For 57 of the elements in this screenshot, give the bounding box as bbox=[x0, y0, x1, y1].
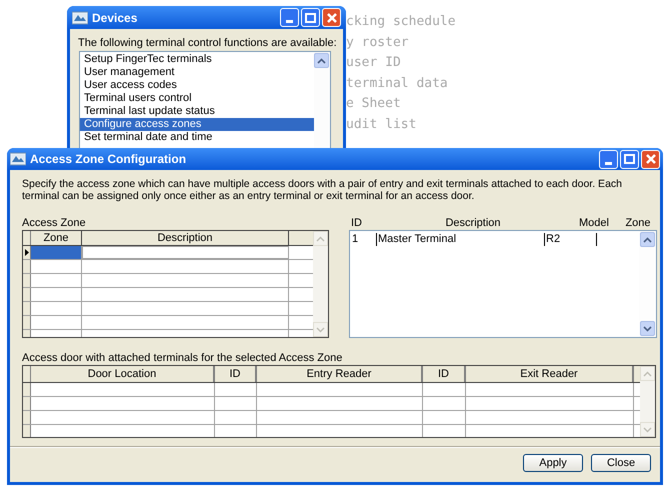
minimize-button[interactable] bbox=[599, 150, 618, 168]
maximize-icon bbox=[624, 154, 635, 164]
maximize-button[interactable] bbox=[301, 8, 320, 27]
column-header[interactable]: ID bbox=[215, 366, 257, 382]
window-title: Access Zone Configuration bbox=[30, 151, 188, 168]
list-item[interactable]: Terminal users control bbox=[80, 92, 314, 105]
close-button[interactable] bbox=[641, 150, 660, 168]
row-pointer-icon bbox=[24, 249, 28, 256]
maximize-icon bbox=[305, 12, 316, 22]
scroll-down-button[interactable] bbox=[640, 321, 655, 336]
list-item[interactable]: User management bbox=[80, 66, 314, 79]
close-button[interactable]: Close bbox=[591, 454, 651, 472]
column-header: Model bbox=[578, 217, 610, 230]
list-item[interactable]: Setup FingerTec terminals bbox=[80, 53, 314, 66]
list-item[interactable]: Set terminal date and time bbox=[80, 131, 314, 144]
table-cell[interactable] bbox=[31, 246, 82, 259]
list-item[interactable]: User access codes bbox=[80, 79, 314, 92]
column-header[interactable]: Entry Reader bbox=[257, 366, 423, 382]
column-header[interactable]: ID bbox=[423, 366, 466, 382]
scroll-up-button[interactable] bbox=[640, 232, 655, 247]
scroll-up-button[interactable] bbox=[314, 53, 329, 68]
column-header[interactable]: Door Location bbox=[31, 366, 215, 382]
description-text: Specify the access zone which can have multiple access doors with a pair of entry and exit terminals attached to each door. Each terminal can be assigned only once either as an entry terminal or exit terminal for an access door. bbox=[22, 178, 623, 202]
app-icon bbox=[10, 152, 26, 166]
apply-button[interactable]: Apply bbox=[523, 454, 583, 472]
chevron-down-icon bbox=[643, 426, 652, 432]
table-cell[interactable]: R2 bbox=[544, 233, 596, 246]
list-item[interactable]: Terminal last update status bbox=[80, 105, 314, 118]
minimize-icon bbox=[286, 20, 293, 23]
column-header: Zone bbox=[624, 217, 652, 230]
column-header: ID bbox=[350, 217, 363, 230]
section-label: Access Zone bbox=[22, 217, 87, 230]
chevron-down-icon bbox=[316, 326, 325, 332]
row-header[interactable] bbox=[23, 246, 31, 259]
table-cell[interactable]: Master Terminal bbox=[376, 233, 544, 246]
list-item[interactable]: Configure access zones bbox=[80, 118, 314, 131]
column-header[interactable]: Zone bbox=[31, 231, 82, 245]
column-header[interactable]: Description bbox=[82, 231, 289, 245]
column-header[interactable]: Exit Reader bbox=[466, 366, 634, 382]
chevron-up-icon bbox=[643, 370, 652, 376]
section-label: Access door with attached terminals for the selected Access Zone bbox=[22, 352, 344, 365]
table-cell[interactable] bbox=[82, 246, 289, 259]
maximize-button[interactable] bbox=[620, 150, 639, 168]
window-title: Devices bbox=[92, 10, 138, 26]
table-cell[interactable]: 1 bbox=[350, 233, 376, 246]
close-button[interactable] bbox=[322, 8, 341, 27]
chevron-down-icon bbox=[643, 326, 652, 332]
prompt-label: The following terminal control functions are available: bbox=[78, 37, 335, 50]
close-icon bbox=[646, 154, 656, 164]
chevron-up-icon bbox=[643, 236, 652, 242]
minimize-button[interactable] bbox=[280, 8, 299, 27]
column-header: Description bbox=[444, 217, 502, 230]
close-icon bbox=[326, 12, 336, 22]
chevron-up-icon bbox=[317, 58, 326, 64]
chevron-up-icon bbox=[316, 236, 325, 242]
minimize-icon bbox=[605, 162, 612, 164]
app-icon bbox=[72, 10, 88, 24]
